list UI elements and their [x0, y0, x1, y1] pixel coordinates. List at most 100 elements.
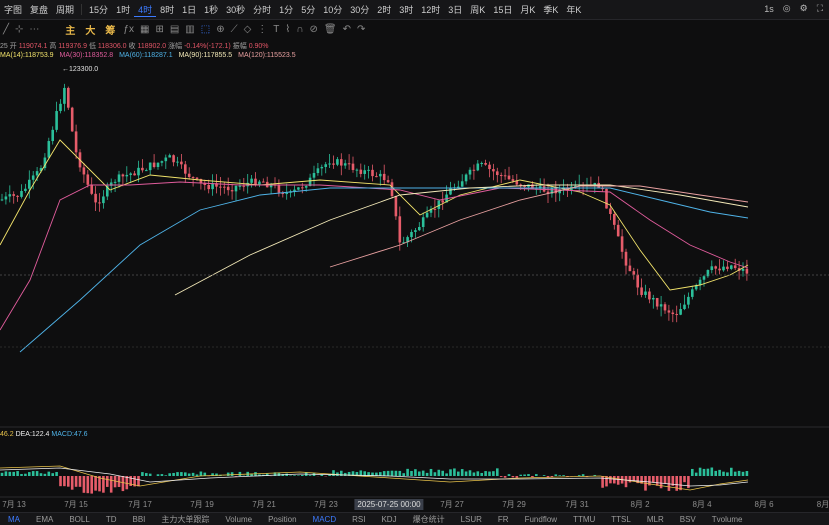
chart-canvas[interactable]: [0, 0, 829, 524]
layers-icon[interactable]: ▤: [167, 24, 182, 35]
timeframe-0[interactable]: 15分: [85, 3, 112, 17]
macd-bar: [609, 476, 612, 483]
measure-icon[interactable]: ⌇: [282, 24, 293, 35]
timeframe-5[interactable]: 1秒: [200, 3, 222, 17]
indicator-tab-2[interactable]: BOLL: [61, 515, 97, 524]
interval-label[interactable]: 1s: [764, 4, 774, 14]
indicator-tab-12[interactable]: LSUR: [453, 515, 490, 524]
timeframe-4[interactable]: 1日: [178, 3, 200, 17]
timeframe-13[interactable]: 3时: [395, 3, 417, 17]
fib-icon[interactable]: ⋮: [254, 24, 270, 35]
trendline-icon[interactable]: ⟋: [228, 24, 241, 35]
indicator-tab-10[interactable]: KDJ: [373, 515, 404, 524]
timeframe-19[interactable]: 季K: [539, 3, 562, 17]
cursor-icon[interactable]: ⊹: [12, 24, 26, 35]
candle-body: [465, 175, 468, 182]
indicator-tab-1[interactable]: EMA: [28, 515, 61, 524]
timeframe-2[interactable]: 4时: [134, 3, 156, 17]
timeframe-11[interactable]: 30分: [346, 3, 373, 17]
macd-bar: [675, 476, 678, 491]
indicator-tab-14[interactable]: Fundflow: [517, 515, 565, 524]
amplitude-value: 0.90%: [249, 43, 269, 50]
timeframe-12[interactable]: 2时: [373, 3, 395, 17]
indicator-tab-3[interactable]: TD: [98, 515, 125, 524]
more-tools-icon[interactable]: ⋯: [26, 24, 42, 35]
macd-bar: [180, 472, 183, 476]
indicator-tab-13[interactable]: FR: [490, 515, 517, 524]
big-order-button[interactable]: 大: [80, 22, 100, 37]
template-icon[interactable]: ▥: [182, 24, 197, 35]
magnet-icon[interactable]: ∩: [293, 24, 306, 35]
timeframe-8[interactable]: 1分: [275, 3, 297, 17]
timeframe-1[interactable]: 1时: [112, 3, 134, 17]
crosshair-tool-icon[interactable]: ⊕: [213, 24, 227, 35]
timeframe-18[interactable]: 月K: [516, 3, 539, 17]
macd-dea-value: DEA:122.4: [16, 431, 50, 438]
line-tool-icon[interactable]: ╱: [0, 24, 12, 35]
indicator-tab-11[interactable]: 爆仓统计: [405, 514, 453, 525]
amplitude-label: 振幅: [233, 43, 247, 50]
macd-bar: [703, 469, 706, 476]
indicator-tab-4[interactable]: BBI: [124, 515, 153, 524]
indicator-tab-8[interactable]: MACD: [305, 515, 345, 524]
indicator-tabs: MAEMABOLLTDBBI主力大单跟踪VolumePositionMACDRS…: [0, 512, 829, 525]
timeframe-3[interactable]: 8时: [156, 3, 178, 17]
candle-body: [301, 187, 304, 188]
indicator-tab-15[interactable]: TTMU: [565, 515, 603, 524]
chart-type-button[interactable]: 字图: [0, 3, 26, 16]
timeframe-20[interactable]: 年K: [562, 3, 585, 17]
macd-bar: [555, 474, 558, 476]
macd-bar: [55, 472, 58, 476]
candle-body: [675, 314, 678, 315]
replay-button[interactable]: 复盘: [26, 3, 52, 16]
undo-icon[interactable]: ↶: [340, 24, 354, 35]
lock-icon[interactable]: ⊘: [306, 24, 320, 35]
macd-bar: [714, 471, 717, 476]
candle-body: [488, 165, 491, 169]
indicator-tab-17[interactable]: MLR: [639, 515, 672, 524]
timeframe-7[interactable]: 分时: [249, 3, 275, 17]
indicator-tab-7[interactable]: Position: [260, 515, 304, 524]
layout-icon[interactable]: ▦: [137, 24, 152, 35]
candle-body: [555, 188, 558, 193]
candle-body: [543, 186, 546, 191]
candlestick-series: [1, 84, 748, 322]
candle-body: [508, 176, 511, 180]
compare-icon[interactable]: ⊞: [152, 24, 166, 35]
candle-body: [328, 163, 331, 164]
select-icon[interactable]: ⬚: [198, 24, 213, 35]
indicators-icon[interactable]: ƒx: [120, 24, 137, 35]
candle-body: [223, 187, 226, 188]
indicator-tab-16[interactable]: TTSL: [603, 515, 639, 524]
gear-icon[interactable]: ⚙: [800, 3, 808, 14]
timeframe-9[interactable]: 5分: [297, 3, 319, 17]
indicator-tab-6[interactable]: Volume: [217, 515, 260, 524]
camera-icon[interactable]: ◎: [783, 3, 791, 14]
candle-body: [59, 104, 62, 111]
shapes-icon[interactable]: ◇: [241, 24, 255, 35]
text-icon[interactable]: T: [270, 24, 282, 35]
timeframe-17[interactable]: 15日: [489, 3, 516, 17]
timeframe-10[interactable]: 10分: [319, 3, 346, 17]
indicator-tab-19[interactable]: Tvolume: [704, 515, 751, 524]
timeframe-16[interactable]: 周K: [466, 3, 489, 17]
xaxis-tick-label: 7月 15: [64, 499, 88, 510]
indicator-tab-18[interactable]: BSV: [672, 515, 704, 524]
indicator-tab-0[interactable]: MA: [0, 515, 28, 524]
timeframe-6[interactable]: 30秒: [222, 3, 249, 17]
fullscreen-icon[interactable]: ⛶: [817, 3, 823, 14]
chip-button[interactable]: 筹: [100, 22, 120, 37]
redo-icon[interactable]: ↷: [354, 24, 368, 35]
timeframe-15[interactable]: 3日: [444, 3, 466, 17]
indicator-tab-5[interactable]: 主力大单跟踪: [153, 514, 217, 525]
xaxis-tick-label: 2025-07-25 00:00: [354, 499, 423, 510]
candle-body: [20, 191, 23, 197]
trash-icon[interactable]: 🗑: [321, 24, 340, 35]
period-button[interactable]: 周期: [52, 3, 78, 16]
macd-bar: [293, 475, 296, 476]
macd-bar: [16, 471, 19, 476]
timeframe-14[interactable]: 12时: [417, 3, 444, 17]
indicator-tab-9[interactable]: RSI: [344, 515, 373, 524]
candle-body: [36, 171, 39, 175]
main-indicator-button[interactable]: 主: [60, 22, 80, 37]
